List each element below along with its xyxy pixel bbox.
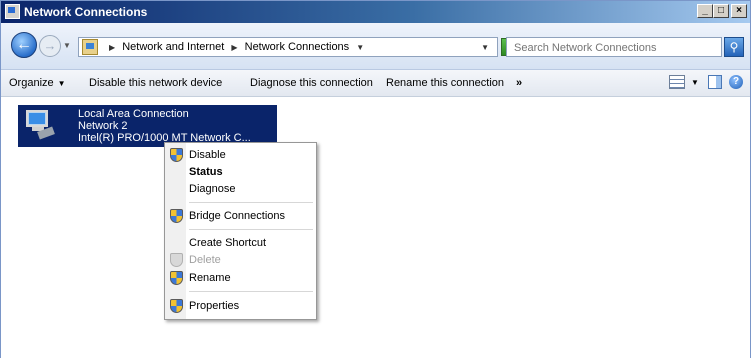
disable-device-button[interactable]: Disable this network device [89, 77, 222, 89]
window-title: Network Connections [24, 5, 148, 19]
menu-item-label: Properties [189, 300, 240, 312]
breadcrumb-network-connections[interactable]: Network Connections [245, 41, 350, 53]
network-connections-window: Network Connections _ □ × ← → ▼ ▶ Networ… [0, 0, 751, 358]
menu-item-bridge-connections[interactable]: Bridge Connections [167, 208, 314, 224]
maximize-button[interactable]: □ [713, 4, 729, 18]
menu-item-create-shortcut[interactable]: Create Shortcut [167, 235, 314, 251]
more-commands-button[interactable]: » [516, 77, 522, 89]
local-area-connection-item[interactable]: Local Area Connection Network 2 Intel(R)… [18, 105, 277, 147]
back-button[interactable]: ← [11, 32, 37, 58]
menu-separator [189, 291, 313, 292]
search-box[interactable] [506, 37, 722, 57]
menu-separator [189, 202, 313, 203]
chevron-down-icon: ▼ [57, 79, 66, 88]
menu-item-label: Bridge Connections [189, 210, 286, 222]
network-adapter-icon [24, 109, 56, 141]
address-bar-area: ← → ▼ ▶ Network and Internet ▶ Network C… [1, 23, 750, 70]
breadcrumb-network-and-internet[interactable]: Network and Internet [122, 41, 224, 53]
menu-item-rename[interactable]: Rename [167, 270, 314, 286]
shield-icon [170, 253, 183, 267]
context-menu: Disable Status Diagnose Bridge Connectio… [164, 142, 317, 320]
menu-separator [189, 229, 313, 230]
breadcrumb: ▶ Network and Internet ▶ Network Connect… [105, 41, 368, 53]
title-bar[interactable]: Network Connections _ □ × [1, 1, 750, 23]
connections-list: Local Area Connection Network 2 Intel(R)… [1, 97, 750, 358]
shield-icon [170, 148, 183, 162]
connection-network: Network 2 [78, 120, 128, 132]
organize-label: Organize [9, 77, 54, 89]
connection-name: Local Area Connection [78, 108, 189, 120]
minimize-button[interactable]: _ [697, 4, 713, 18]
menu-item-label: Status [189, 166, 223, 178]
network-connections-icon [5, 4, 20, 19]
breadcrumb-arrow-icon[interactable]: ▶ [109, 43, 115, 52]
menu-item-label: Delete [189, 254, 221, 266]
menu-item-properties[interactable]: Properties [167, 298, 314, 314]
rename-button[interactable]: Rename this connection [386, 77, 504, 89]
menu-item-delete: Delete [167, 252, 314, 268]
address-bar[interactable]: ▶ Network and Internet ▶ Network Connect… [78, 37, 498, 57]
menu-item-diagnose[interactable]: Diagnose [167, 181, 314, 197]
shield-icon [170, 299, 183, 313]
diagnose-button[interactable]: Diagnose this connection [250, 77, 373, 89]
views-chevron-down-icon[interactable]: ▼ [691, 78, 699, 87]
connection-details: Local Area Connection Network 2 Intel(R)… [78, 108, 251, 144]
shield-icon [170, 271, 183, 285]
search-input[interactable] [512, 39, 716, 57]
menu-item-label: Diagnose [189, 183, 236, 195]
menu-item-status[interactable]: Status [167, 164, 314, 180]
recent-pages-chevron-down-icon[interactable]: ▼ [63, 41, 71, 50]
preview-pane-icon[interactable] [708, 75, 722, 89]
control-panel-icon [82, 39, 98, 55]
menu-item-disable[interactable]: Disable [167, 147, 314, 163]
command-bar: Organize ▼ Disable this network device Di… [1, 70, 750, 97]
menu-item-label: Create Shortcut [189, 237, 267, 249]
forward-button[interactable]: → [39, 35, 61, 57]
close-button[interactable]: × [731, 4, 747, 18]
address-history-chevron-down-icon[interactable]: ▼ [481, 43, 489, 52]
shield-icon [170, 209, 183, 223]
menu-item-label: Disable [189, 149, 226, 161]
window-controls: _ □ × [697, 4, 747, 18]
breadcrumb-arrow-icon[interactable]: ▶ [231, 43, 237, 52]
views-icon[interactable] [669, 75, 685, 89]
menu-item-label: Rename [189, 272, 231, 284]
organize-button[interactable]: Organize ▼ [9, 77, 66, 89]
help-icon[interactable]: ? [729, 75, 743, 89]
search-icon[interactable]: ⚲ [724, 37, 744, 57]
breadcrumb-arrow-icon[interactable]: ▼ [356, 43, 364, 52]
